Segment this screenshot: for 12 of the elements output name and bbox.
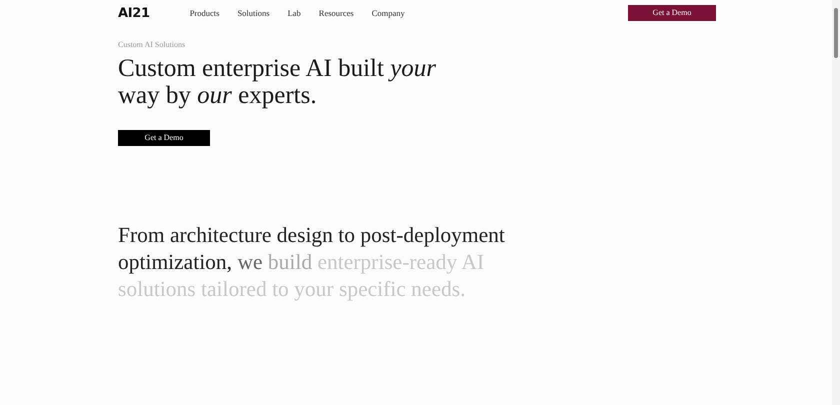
nav-link[interactable]: Products bbox=[190, 6, 220, 20]
demo-button[interactable]: Get a Demo bbox=[628, 5, 716, 21]
hero-headline: Custom enterprise AI built your way by our experts. bbox=[118, 55, 438, 109]
nav-link[interactable]: Resources bbox=[318, 6, 354, 20]
eyebrow-label: Custom AI Solutions bbox=[118, 39, 186, 51]
nav-link[interactable]: Solutions bbox=[237, 6, 270, 20]
demo-button[interactable]: Get a Demo bbox=[118, 130, 210, 146]
scrollbar[interactable] bbox=[832, 0, 840, 405]
nav-link[interactable]: Lab bbox=[288, 6, 301, 20]
logo[interactable]: AI21 bbox=[118, 6, 150, 20]
nav-link[interactable]: Company bbox=[372, 6, 405, 20]
scrollbar-thumb[interactable] bbox=[834, 8, 838, 58]
